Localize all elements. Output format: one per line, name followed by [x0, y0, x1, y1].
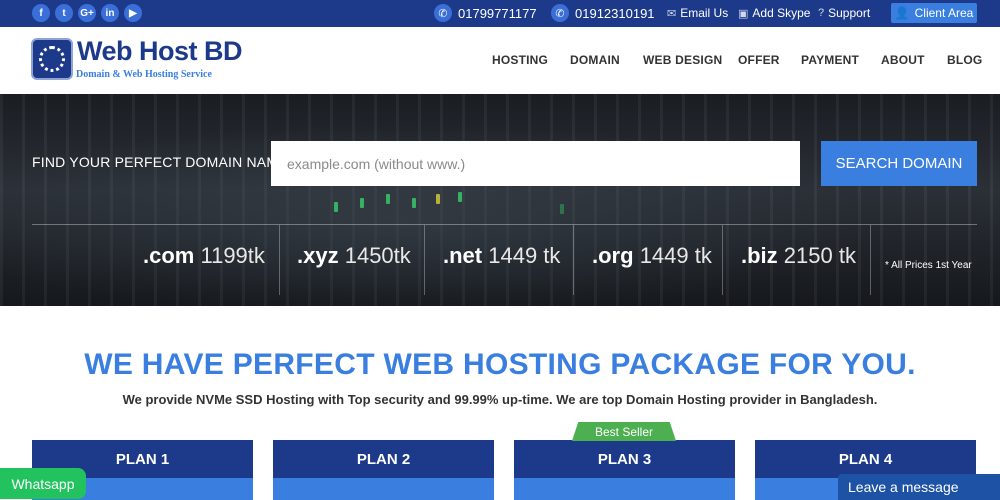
find-domain-label: FIND YOUR PERFECT DOMAIN NAME:: [32, 154, 292, 170]
plan-card-3[interactable]: PLAN 3: [514, 440, 735, 500]
plan-card-2[interactable]: PLAN 2: [273, 440, 494, 500]
section-headline: WE HAVE PERFECT WEB HOSTING PACKAGE FOR …: [84, 348, 916, 381]
tld-ext: .net: [443, 243, 483, 268]
envelope-icon: ✉: [667, 7, 677, 20]
logo-title: Web Host BD: [77, 36, 243, 66]
nav-item-web-design[interactable]: WEB DESIGN: [643, 53, 722, 67]
divider: [573, 225, 574, 295]
tld-price-net: .net 1449 tk: [443, 243, 560, 269]
main-nav: Web Host BD Domain & Web Hosting Service…: [0, 27, 1000, 94]
nav-item-offer[interactable]: OFFER: [738, 53, 780, 67]
top-bar: f t G+ in ▶ ✆ 01799771177 ✆ 01912310191 …: [0, 0, 1000, 27]
plan-title: PLAN 4: [755, 440, 976, 478]
plan-title: PLAN 2: [273, 440, 494, 478]
tld-ext: .xyz: [297, 243, 339, 268]
divider: [279, 225, 280, 295]
tld-price: 2150 tk: [783, 243, 856, 268]
phone-icon: ✆: [551, 4, 569, 22]
price-note: * All Prices 1st Year: [885, 260, 972, 271]
client-area-label: Client Area: [914, 6, 974, 20]
plan-body: [273, 478, 494, 500]
support-label: Support: [828, 6, 871, 20]
support-link[interactable]: ? Support: [818, 6, 870, 20]
tld-ext: .biz: [741, 243, 778, 268]
tld-price: 1449 tk: [639, 243, 712, 268]
best-seller-badge: Best Seller: [572, 422, 676, 441]
phone-1[interactable]: ✆ 01799771177: [434, 4, 537, 22]
nav-item-payment[interactable]: PAYMENT: [801, 53, 859, 67]
client-area-button[interactable]: 👤 Client Area: [891, 3, 977, 23]
domain-search-hero: FIND YOUR PERFECT DOMAIN NAME: SEARCH DO…: [0, 94, 1000, 306]
user-icon: 👤: [894, 6, 910, 20]
tld-price-org: .org 1449 tk: [592, 243, 712, 269]
logo-tagline: Domain & Web Hosting Service: [76, 69, 212, 80]
tld-price-com: .com 1199tk: [143, 243, 265, 269]
divider: [870, 225, 871, 295]
tld-price: 1199tk: [200, 243, 265, 268]
skype-link[interactable]: ▣ Add Skype: [738, 6, 810, 20]
divider: [32, 224, 977, 225]
question-icon: ?: [818, 7, 825, 19]
site-logo[interactable]: Web Host BD Domain & Web Hosting Service: [31, 36, 243, 84]
nav-item-about[interactable]: ABOUT: [881, 53, 925, 67]
phone-2-number: 01912310191: [575, 5, 655, 21]
nav-item-hosting[interactable]: HOSTING: [492, 53, 548, 67]
section-subline: We provide NVMe SSD Hosting with Top sec…: [122, 392, 878, 407]
divider: [722, 225, 723, 295]
skype-icon: ▣: [738, 7, 749, 20]
tld-price-biz: .biz 2150 tk: [741, 243, 856, 269]
domain-search-input[interactable]: [271, 141, 800, 186]
nav-item-blog[interactable]: BLOG: [947, 53, 982, 67]
linkedin-icon[interactable]: in: [101, 4, 119, 22]
whatsapp-chat-button[interactable]: Whatsapp: [0, 468, 86, 499]
phone-2[interactable]: ✆ 01912310191: [551, 4, 655, 22]
youtube-icon[interactable]: ▶: [124, 4, 142, 22]
tld-price: 1449 tk: [488, 243, 561, 268]
tld-price-xyz: .xyz 1450tk: [297, 243, 411, 269]
google-plus-icon[interactable]: G+: [78, 4, 96, 22]
search-domain-button[interactable]: SEARCH DOMAIN: [821, 141, 977, 186]
phone-1-number: 01799771177: [458, 5, 537, 21]
nav-item-domain[interactable]: DOMAIN: [570, 53, 620, 67]
facebook-icon[interactable]: f: [32, 4, 50, 22]
logo-mark-icon: [31, 38, 73, 80]
divider: [424, 225, 425, 295]
skype-label: Add Skype: [752, 6, 811, 20]
plan-body: [514, 478, 735, 500]
tld-ext: .com: [143, 243, 195, 268]
email-label: Email Us: [680, 6, 729, 20]
twitter-icon[interactable]: t: [55, 4, 73, 22]
tld-ext: .org: [592, 243, 634, 268]
leave-message-button[interactable]: Leave a message: [838, 474, 1000, 500]
tld-price: 1450tk: [344, 243, 411, 268]
plan-title: PLAN 3: [514, 440, 735, 478]
phone-icon: ✆: [434, 4, 452, 22]
email-link[interactable]: ✉ Email Us: [667, 6, 728, 20]
social-links: f t G+ in ▶: [32, 4, 142, 22]
